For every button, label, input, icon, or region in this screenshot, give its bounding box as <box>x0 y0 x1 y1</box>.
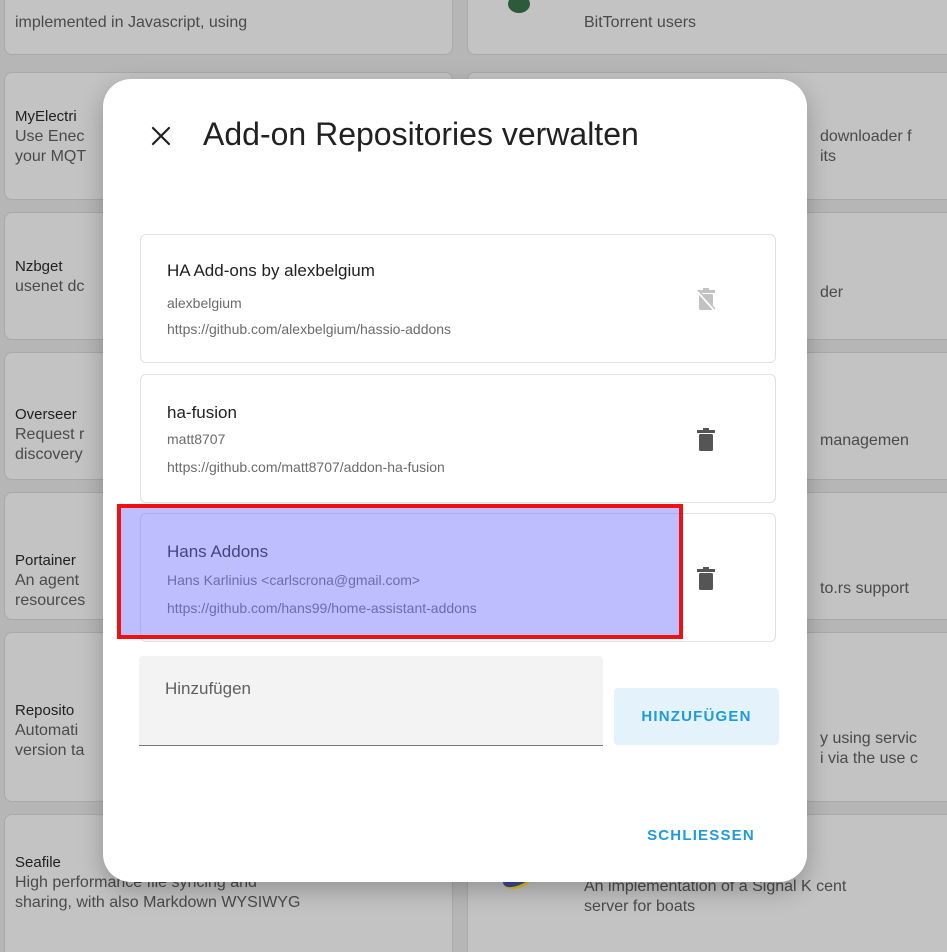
addon-card[interactable]: BitTorrent users <box>467 0 947 55</box>
repository-url: https://github.com/matt8707/addon-ha-fus… <box>167 459 445 475</box>
remove-repository-button[interactable] <box>693 566 719 592</box>
repository-maintainer: matt8707 <box>167 431 226 447</box>
repository-url: https://github.com/hans99/home-assistant… <box>167 600 477 616</box>
add-repository-input[interactable] <box>139 656 603 745</box>
delete-icon <box>697 428 715 451</box>
addon-card-desc: sharing, with also Markdown WYSIWYG <box>15 894 301 911</box>
repository-name: HA Add-ons by alexbelgium <box>167 261 375 280</box>
delete-icon <box>697 567 715 590</box>
add-repository-field[interactable] <box>139 656 603 746</box>
addon-card-desc: implemented in Javascript, using <box>15 14 248 31</box>
repository-name: Hans Addons <box>167 542 269 561</box>
repository-item: Hans Addons Hans Karlinius <carlscrona@g… <box>140 513 776 642</box>
addon-card-desc: i via the use c <box>820 750 918 767</box>
addon-card-desc: server for boats <box>584 898 696 915</box>
close-button[interactable]: SCHLIESSEN <box>625 815 777 855</box>
addon-card-desc: der <box>820 284 844 301</box>
remove-repository-button[interactable] <box>693 427 719 453</box>
addon-card-desc: y using servic <box>820 730 917 747</box>
repository-url: https://github.com/alexbelgium/hassio-ad… <box>167 321 452 337</box>
dialog-title: Add-on Repositories verwalten <box>203 116 639 152</box>
addon-card-desc: to.rs support <box>820 580 909 597</box>
addon-card-desc: managemen <box>820 432 909 449</box>
addon-card-desc: its <box>820 148 836 165</box>
repository-maintainer: alexbelgium <box>167 295 242 311</box>
close-icon <box>151 126 171 146</box>
addon-logo-icon <box>508 0 530 13</box>
repository-item: HA Add-ons by alexbelgium alexbelgium ht… <box>140 234 776 363</box>
manage-repositories-dialog: Add-on Repositories verwalten HA Add-ons… <box>103 79 807 882</box>
repository-item: ha-fusion matt8707 https://github.com/ma… <box>140 374 776 503</box>
repository-maintainer: Hans Karlinius <carlscrona@gmail.com> <box>167 572 421 588</box>
addon-card[interactable]: implemented in Javascript, using <box>4 0 453 55</box>
addon-card-desc: downloader f <box>820 128 912 145</box>
remove-repository-button <box>693 287 719 313</box>
add-repository-button[interactable]: HINZUFÜGEN <box>614 688 779 745</box>
delete-off-icon <box>696 288 716 312</box>
repository-name: ha-fusion <box>167 403 237 422</box>
addon-card-desc: BitTorrent users <box>584 14 697 31</box>
close-dialog-button[interactable] <box>143 118 179 154</box>
